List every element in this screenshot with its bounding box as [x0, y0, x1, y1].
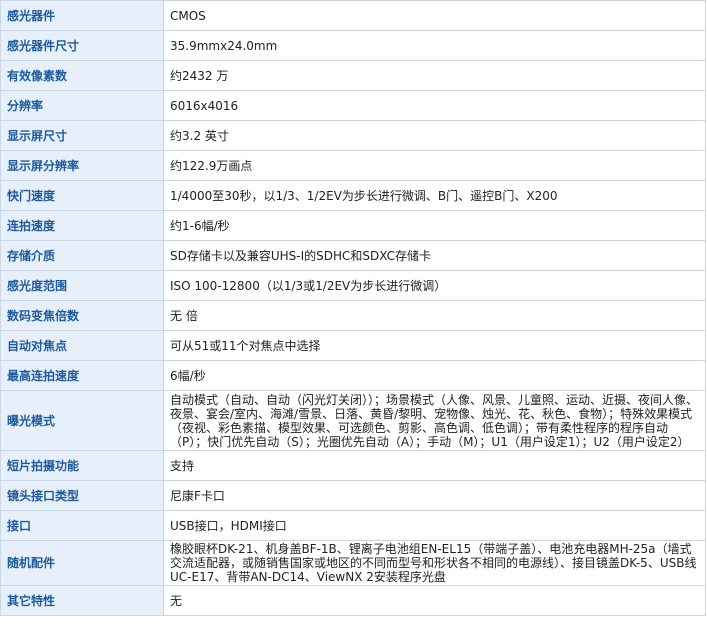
spec-label: 显示屏尺寸	[0, 120, 164, 151]
spec-row: 曝光模式 自动模式（自动、自动（闪光灯关闭））；场景模式（人像、风景、儿童照、运…	[0, 390, 706, 451]
spec-row: 显示屏尺寸 约3.2 英寸	[0, 120, 706, 151]
spec-value: 橡胶眼杯DK-21、机身盖BF-1B、锂离子电池组EN-EL15（带端子盖）、电…	[163, 540, 706, 586]
spec-value: 约2432 万	[163, 60, 706, 91]
spec-label: 短片拍摄功能	[0, 450, 164, 481]
spec-row: 显示屏分辨率 约122.9万画点	[0, 150, 706, 181]
spec-value: 约3.2 英寸	[163, 120, 706, 151]
spec-label: 自动对焦点	[0, 330, 164, 361]
spec-label: 其它特性	[0, 585, 164, 616]
spec-value: 无	[163, 585, 706, 616]
spec-label: 分辨率	[0, 90, 164, 121]
spec-label: 感光器件尺寸	[0, 30, 164, 61]
spec-row: 随机配件 橡胶眼杯DK-21、机身盖BF-1B、锂离子电池组EN-EL15（带端…	[0, 540, 706, 586]
spec-value: 35.9mmx24.0mm	[163, 30, 706, 61]
spec-label: 镜头接口类型	[0, 480, 164, 511]
spec-row: 短片拍摄功能 支持	[0, 450, 706, 481]
spec-value: ISO 100-12800（以1/3或1/2EV为步长进行微调）	[163, 270, 706, 301]
spec-row: 最高连拍速度 6幅/秒	[0, 360, 706, 391]
spec-value: 可从51或11个对焦点中选择	[163, 330, 706, 361]
spec-value: 支持	[163, 450, 706, 481]
spec-value: 6幅/秒	[163, 360, 706, 391]
spec-row: 快门速度 1/4000至30秒，以1/3、1/2EV为步长进行微调、B门、遥控B…	[0, 180, 706, 211]
spec-value: 1/4000至30秒，以1/3、1/2EV为步长进行微调、B门、遥控B门、X20…	[163, 180, 706, 211]
spec-row: 镜头接口类型 尼康F卡口	[0, 480, 706, 511]
spec-value: 6016x4016	[163, 90, 706, 121]
spec-row: 分辨率 6016x4016	[0, 90, 706, 121]
spec-row: 数码变焦倍数 无 倍	[0, 300, 706, 331]
spec-label: 快门速度	[0, 180, 164, 211]
spec-row: 其它特性 无	[0, 585, 706, 616]
spec-value: CMOS	[163, 0, 706, 31]
spec-row: 存储介质 SD存储卡以及兼容UHS-I的SDHC和SDXC存储卡	[0, 240, 706, 271]
spec-row: 有效像素数 约2432 万	[0, 60, 706, 91]
spec-row: 接口 USB接口，HDMI接口	[0, 510, 706, 541]
spec-label: 曝光模式	[0, 390, 164, 451]
spec-row: 连拍速度 约1-6幅/秒	[0, 210, 706, 241]
spec-label: 存储介质	[0, 240, 164, 271]
spec-value: 无 倍	[163, 300, 706, 331]
spec-table: 感光器件 CMOS 感光器件尺寸 35.9mmx24.0mm 有效像素数 约24…	[0, 0, 706, 616]
spec-value: 尼康F卡口	[163, 480, 706, 511]
spec-row: 感光器件 CMOS	[0, 0, 706, 31]
spec-value: 约1-6幅/秒	[163, 210, 706, 241]
spec-value: 自动模式（自动、自动（闪光灯关闭））；场景模式（人像、风景、儿童照、运动、近摄、…	[163, 390, 706, 451]
spec-label: 最高连拍速度	[0, 360, 164, 391]
spec-row: 自动对焦点 可从51或11个对焦点中选择	[0, 330, 706, 361]
spec-value: 约122.9万画点	[163, 150, 706, 181]
spec-label: 感光度范围	[0, 270, 164, 301]
spec-label: 随机配件	[0, 540, 164, 586]
spec-row: 感光器件尺寸 35.9mmx24.0mm	[0, 30, 706, 61]
spec-value: SD存储卡以及兼容UHS-I的SDHC和SDXC存储卡	[163, 240, 706, 271]
spec-label: 连拍速度	[0, 210, 164, 241]
spec-label: 接口	[0, 510, 164, 541]
spec-label: 有效像素数	[0, 60, 164, 91]
spec-label: 数码变焦倍数	[0, 300, 164, 331]
spec-label: 显示屏分辨率	[0, 150, 164, 181]
spec-value: USB接口，HDMI接口	[163, 510, 706, 541]
spec-label: 感光器件	[0, 0, 164, 31]
spec-row: 感光度范围 ISO 100-12800（以1/3或1/2EV为步长进行微调）	[0, 270, 706, 301]
